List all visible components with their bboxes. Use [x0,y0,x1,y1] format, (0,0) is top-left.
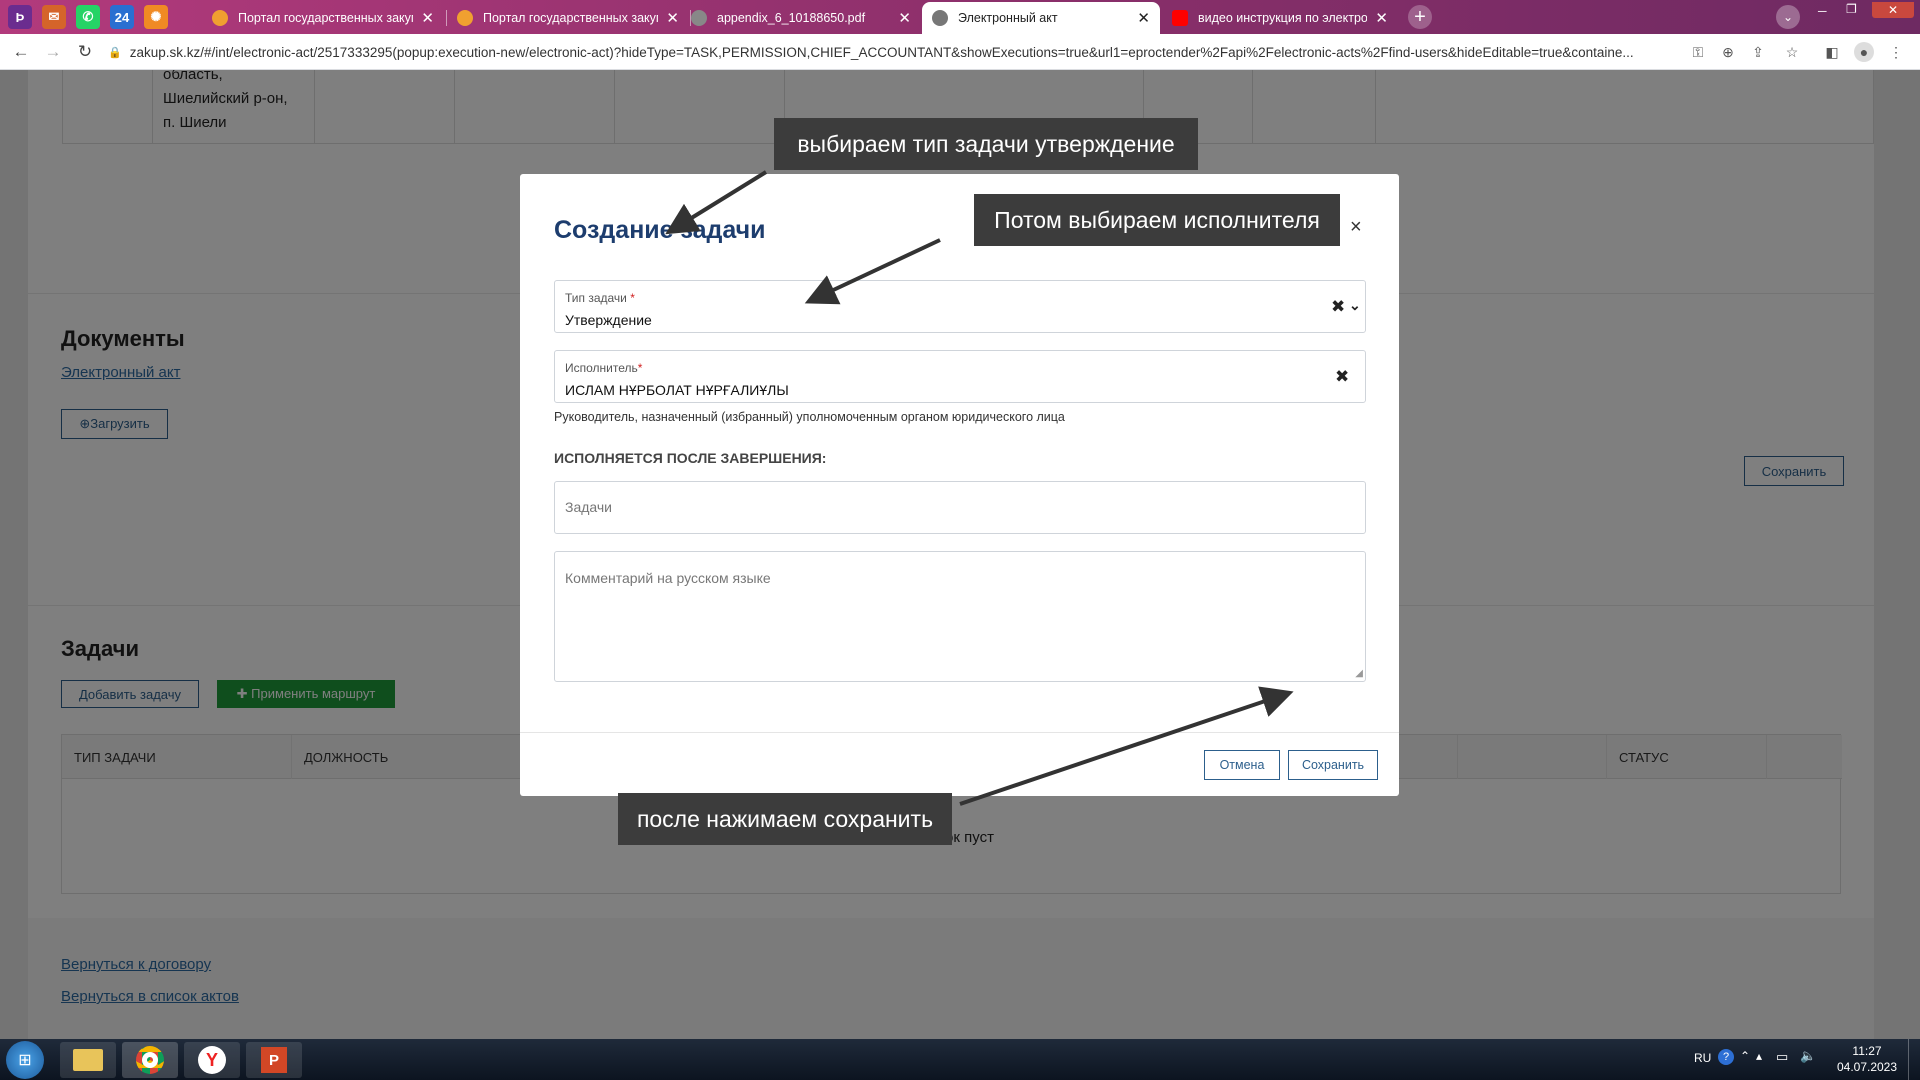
file-explorer-icon[interactable] [60,1042,116,1078]
menu-kebab-icon[interactable]: ⋮ [1886,42,1906,62]
tray-expand-icon[interactable]: ▴ [1756,1049,1762,1063]
browser-tab-strip: Ϸ ✉ ✆ 24 ✺ Портал государственных закупок ✕ … [0,0,1920,34]
pinned-tab-1[interactable]: Ϸ [8,5,32,29]
tab-favicon [691,10,707,26]
address-url: zakup.sk.kz/#/int/electronic-act/2517333… [129,44,1634,60]
yandex-browser-icon[interactable]: Y [184,1042,240,1078]
maximize-icon[interactable]: ❐ [1846,2,1868,16]
tab-favicon [932,10,948,26]
tab-search-icon[interactable]: ⌄ [1776,5,1800,29]
tab-title: appendix_6_10188650.pdf [717,11,866,25]
tab-title: видео инструкция по электронному [1198,11,1368,25]
browser-tab[interactable]: Портал государственных закупок ✕ [447,2,689,34]
arrow-to-save [959,686,1294,806]
tab-title: Портал государственных закупок [238,11,414,25]
language-indicator[interactable]: RU [1694,1051,1711,1065]
arrow-to-task-type [665,170,768,235]
pinned-tab-3[interactable]: ✆ [76,5,100,29]
show-desktop-button[interactable] [1908,1039,1920,1080]
lock-icon: 🔒 [108,46,122,59]
reload-icon[interactable]: ↻ [74,41,96,63]
clock[interactable]: 11:27 04.07.2023 [1832,1043,1902,1075]
tab-favicon [457,10,473,26]
browser-tab-active[interactable]: Электронный акт ✕ [922,2,1160,34]
profile-icon[interactable]: ● [1854,42,1874,62]
tab-title: Портал государственных закупок [483,11,659,25]
close-tab-icon[interactable]: ✕ [421,9,434,27]
pinned-tab-4[interactable]: 24 [110,5,134,29]
browser-toolbar: ← → ↻ 🔒 zakup.sk.kz/#/int/electronic-act… [0,34,1920,70]
tab-favicon [212,10,228,26]
browser-tab[interactable]: видео инструкция по электронному ✕ [1162,2,1398,34]
clock-time: 11:27 [1852,1044,1882,1058]
chrome-icon[interactable] [122,1042,178,1078]
tray-arrow-icon[interactable]: ⌃ [1740,1049,1750,1063]
close-tab-icon[interactable]: ✕ [898,9,911,27]
arrow-to-executor [804,238,941,305]
side-panel-icon[interactable]: ◧ [1822,42,1842,62]
youtube-icon [1172,10,1188,26]
close-tab-icon[interactable]: ✕ [1137,9,1150,27]
pinned-tab-2[interactable]: ✉ [42,5,66,29]
volume-icon[interactable]: 🔈 [1800,1048,1816,1064]
powerpoint-icon[interactable]: P [246,1042,302,1078]
network-icon[interactable]: ▭ [1776,1049,1788,1065]
minimize-icon[interactable]: ─ [1818,4,1840,18]
share-icon[interactable]: ⇪ [1748,42,1768,62]
key-icon[interactable]: ⚿ [1688,42,1708,62]
close-tab-icon[interactable]: ✕ [666,9,679,27]
os-taskbar: ⊞ Y P RU ? ⌃ ▴ ▭ 🔈 11:27 04.07.2023 [0,1039,1920,1080]
help-icon[interactable]: ? [1718,1049,1734,1065]
start-button-icon[interactable]: ⊞ [6,1041,44,1079]
clock-date: 04.07.2023 [1836,1060,1898,1074]
page-content: область, Шиелийский р-он, п. Шиели Докум… [0,70,1920,1039]
pinned-tab-5[interactable]: ✺ [144,5,168,29]
bookmark-star-icon[interactable]: ☆ [1782,42,1802,62]
back-icon[interactable]: ← [10,41,32,63]
address-bar[interactable]: 🔒 zakup.sk.kz/#/int/electronic-act/25173… [108,41,1683,63]
zoom-icon[interactable]: ⊕ [1718,42,1738,62]
tab-title: Электронный акт [958,11,1058,25]
forward-icon[interactable]: → [42,41,64,63]
browser-tab[interactable]: Портал государственных закупок ✕ [202,2,444,34]
close-tab-icon[interactable]: ✕ [1375,9,1388,27]
browser-tab[interactable]: appendix_6_10188650.pdf ✕ [681,2,921,34]
close-window-icon[interactable]: ✕ [1872,2,1914,18]
new-tab-button[interactable]: + [1408,5,1432,29]
annotation-arrows [665,170,1294,806]
